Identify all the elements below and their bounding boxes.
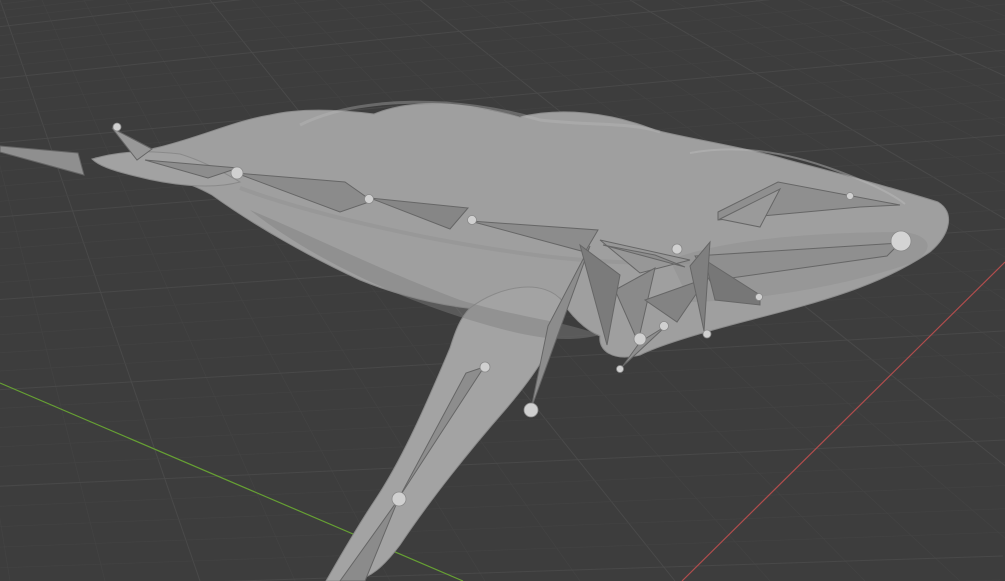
bone-joint-icon[interactable]	[633, 332, 647, 346]
bone-joint-icon[interactable]	[890, 230, 912, 252]
bone-joint-icon[interactable]	[755, 293, 763, 301]
bone-joint-icon[interactable]	[479, 361, 491, 373]
grid-line	[41, 0, 296, 581]
grid-line	[0, 531, 1005, 569]
bone-joint-icon[interactable]	[230, 166, 244, 180]
grid-line	[0, 0, 96, 12]
grid-line	[0, 485, 1005, 527]
3d-viewport[interactable]	[0, 0, 1005, 581]
bone-joint-icon[interactable]	[616, 365, 624, 373]
grid-line	[0, 0, 771, 79]
grid-line	[0, 164, 106, 581]
bone-joint-icon[interactable]	[671, 243, 683, 255]
bone-joint-icon[interactable]	[659, 321, 669, 331]
bone-joint-icon[interactable]	[364, 194, 374, 204]
grid-line	[0, 508, 1005, 548]
bone-joint-icon[interactable]	[391, 491, 407, 507]
grid-line	[0, 417, 1005, 467]
bone-joint-icon[interactable]	[702, 329, 712, 339]
bone-joint-icon[interactable]	[112, 122, 122, 132]
bone-joint-icon[interactable]	[846, 192, 854, 200]
grid-line	[0, 462, 1005, 507]
scene-canvas[interactable]	[0, 0, 1005, 581]
grid-line	[0, 439, 1005, 487]
grid-line	[0, 517, 11, 581]
grid-line	[0, 3, 1005, 104]
grid-line	[0, 0, 425, 46]
bone-joint-icon[interactable]	[523, 402, 539, 418]
bone-joint-icon[interactable]	[467, 215, 477, 225]
grid-line	[923, 0, 1005, 35]
